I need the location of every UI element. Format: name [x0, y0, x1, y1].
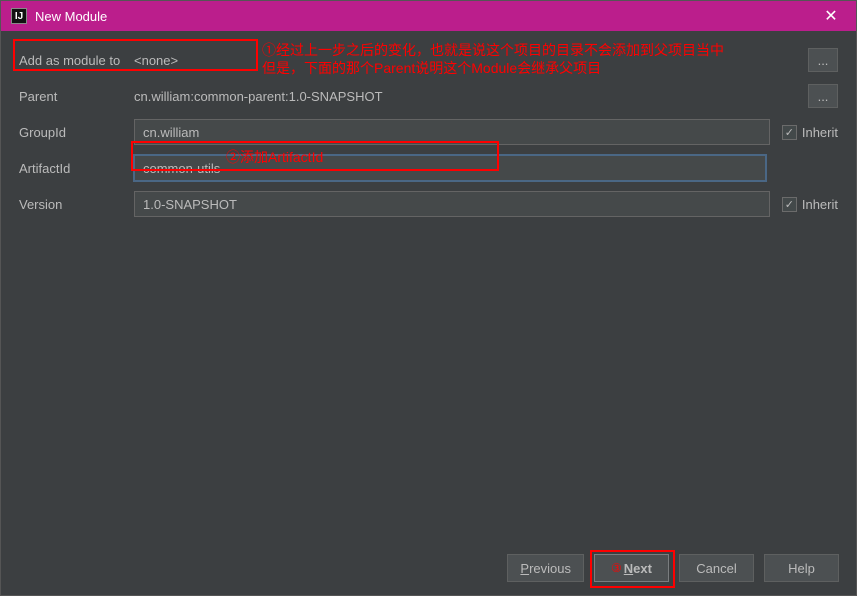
row-parent: Parent cn.william:common-parent:1.0-SNAP… [19, 83, 838, 109]
close-icon[interactable]: ✕ [816, 6, 846, 26]
footer-buttons: Previous ③ Next Cancel Help [507, 554, 839, 582]
inherit-groupid-checkbox[interactable]: ✓ [782, 125, 797, 140]
label-version: Version [19, 197, 134, 212]
value-add-module: <none> [134, 53, 796, 68]
content-area: Add as module to <none> ... Parent cn.wi… [1, 31, 856, 237]
version-input[interactable] [134, 191, 770, 217]
label-parent: Parent [19, 89, 134, 104]
browse-add-module-button[interactable]: ... [808, 48, 838, 72]
app-icon: IJ [11, 8, 27, 24]
inherit-groupid-label: Inherit [802, 125, 838, 140]
value-parent: cn.william:common-parent:1.0-SNAPSHOT [134, 89, 796, 104]
label-artifactid: ArtifactId [19, 161, 134, 176]
artifactid-input[interactable] [134, 155, 766, 181]
row-version: Version ✓ Inherit [19, 191, 838, 217]
annotation-marker-3: ③ [611, 561, 622, 575]
row-artifactid: ArtifactId [19, 155, 838, 181]
label-groupid: GroupId [19, 125, 134, 140]
label-add-module: Add as module to [19, 53, 134, 68]
cancel-button[interactable]: Cancel [679, 554, 754, 582]
help-button[interactable]: Help [764, 554, 839, 582]
row-add-module: Add as module to <none> ... [19, 47, 838, 73]
window-title: New Module [35, 9, 816, 24]
inherit-version-label: Inherit [802, 197, 838, 212]
inherit-groupid[interactable]: ✓ Inherit [782, 125, 838, 140]
next-button[interactable]: ③ Next [594, 554, 669, 582]
groupid-input[interactable] [134, 119, 770, 145]
browse-parent-button[interactable]: ... [808, 84, 838, 108]
titlebar: IJ New Module ✕ [1, 1, 856, 31]
row-groupid: GroupId ✓ Inherit [19, 119, 838, 145]
inherit-version[interactable]: ✓ Inherit [782, 197, 838, 212]
inherit-version-checkbox[interactable]: ✓ [782, 197, 797, 212]
previous-button[interactable]: Previous [507, 554, 584, 582]
